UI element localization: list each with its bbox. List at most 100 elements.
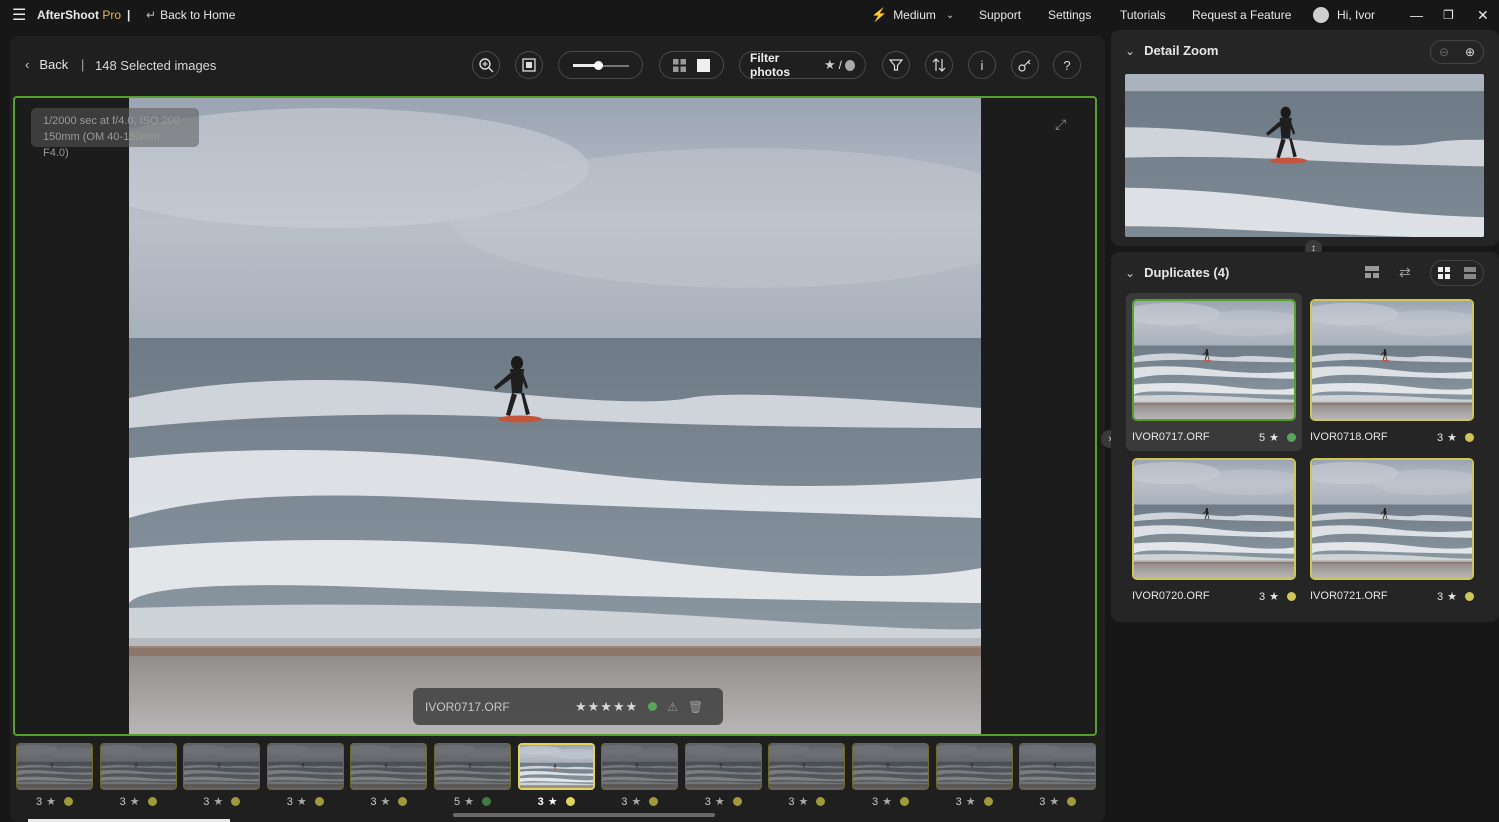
duplicates-header[interactable]: ⌄ Duplicates (4)	[1125, 265, 1229, 280]
filmstrip-rating: 3	[704, 795, 711, 808]
info-button[interactable]: i	[968, 51, 996, 79]
filmstrip-meta: 3 ★	[852, 795, 929, 808]
minimize-icon[interactable]: —	[1410, 0, 1423, 30]
filmstrip-thumbnail[interactable]	[99, 743, 177, 790]
app-logo: AfterShoot Pro	[37, 0, 121, 30]
tutorials-link[interactable]: Tutorials	[1120, 0, 1166, 30]
chevron-left-icon: ‹	[25, 57, 30, 72]
grid-view-icon[interactable]	[1438, 267, 1450, 279]
zoom-out-icon[interactable]: ⊖	[1439, 45, 1449, 59]
color-label-dot	[398, 797, 408, 806]
close-icon[interactable]: ✕	[1477, 0, 1489, 30]
filmstrip-rating: 3	[872, 795, 879, 808]
thumbnail-image	[520, 745, 595, 790]
filmstrip-thumbnail[interactable]	[266, 743, 344, 790]
trash-icon[interactable]: 🗑	[688, 700, 703, 714]
help-button[interactable]: ?	[1053, 51, 1081, 79]
zoom-in-icon[interactable]: ⊕	[1465, 45, 1475, 59]
sort-button[interactable]	[925, 51, 953, 79]
title-divider: |	[127, 8, 131, 22]
layout-icon[interactable]	[1365, 265, 1379, 284]
swap-icon[interactable]: ⇄	[1399, 264, 1411, 281]
star-icon: ★	[464, 796, 474, 808]
viewer-color-label[interactable]	[648, 702, 658, 711]
user-menu[interactable]: Hi, Ivor	[1313, 0, 1375, 30]
zoom-slider[interactable]	[558, 51, 643, 79]
back-button[interactable]: ‹ Back	[25, 57, 68, 72]
duplicate-filename: IVOR0718.ORF	[1310, 431, 1388, 443]
thumbnail-image	[853, 744, 929, 790]
duplicates-title: Duplicates (4)	[1144, 265, 1230, 280]
filmstrip-meta: 3 ★	[601, 795, 678, 808]
app-suffix: Pro	[102, 8, 122, 22]
settings-link[interactable]: Settings	[1048, 0, 1091, 30]
detail-zoom-image[interactable]	[1125, 74, 1484, 237]
filmstrip-rating: 3	[370, 795, 377, 808]
duplicate-card[interactable]: IVOR0720.ORF 3 ★	[1126, 452, 1302, 610]
mode-dropdown[interactable]: ⚡ Medium ⌄	[871, 0, 954, 30]
filter-button[interactable]	[882, 51, 910, 79]
detail-zoom-header[interactable]: ⌄ Detail Zoom	[1125, 43, 1218, 58]
viewer-star-rating[interactable]: ★★★★★	[575, 699, 638, 715]
back-to-home-link[interactable]: ↵ Back to Home	[146, 0, 235, 30]
view-mode-toggle	[659, 51, 724, 79]
fit-screen-button[interactable]	[515, 51, 543, 79]
color-label-dot	[649, 797, 659, 806]
title-bar: ☰ AfterShoot Pro | ↵ Back to Home ⚡ Medi…	[0, 0, 1499, 30]
selected-count: 148 Selected images	[95, 58, 217, 73]
grid-view-icon[interactable]	[673, 58, 687, 72]
exif-lens: 150mm (OM 40-150mm F4.0)	[43, 131, 160, 159]
zoom-in-button[interactable]	[472, 51, 500, 79]
maximize-icon[interactable]: ❐	[1443, 0, 1454, 30]
info-icon: i	[980, 57, 984, 73]
color-label-dot	[231, 797, 241, 806]
chevron-down-icon: ⌄	[1125, 265, 1136, 280]
warning-icon[interactable]: ⚠	[667, 700, 678, 714]
star-icon: ★	[965, 796, 976, 808]
expand-icon[interactable]: ⤢	[1055, 116, 1066, 133]
duplicate-rating: 3 ★	[1437, 431, 1474, 444]
filmstrip-thumbnail[interactable]	[684, 743, 762, 790]
filmstrip-thumbnail[interactable]	[350, 743, 428, 790]
color-label-dot	[900, 797, 909, 806]
zoom-in-icon	[479, 58, 494, 73]
single-view-icon[interactable]	[696, 58, 710, 72]
filmstrip-thumbnail[interactable]	[1019, 743, 1097, 790]
funnel-icon	[889, 59, 903, 71]
menu-icon[interactable]: ☰	[12, 0, 26, 30]
duplicate-card[interactable]: IVOR0721.ORF 3 ★	[1304, 452, 1480, 610]
color-label-dot	[732, 797, 742, 806]
duplicate-rating-value: 3	[1437, 431, 1444, 444]
filmstrip-rating: 3	[955, 795, 962, 808]
support-link[interactable]: Support	[979, 0, 1021, 30]
filter-separator: /	[838, 58, 843, 72]
filmstrip-thumbnail[interactable]	[183, 743, 261, 790]
duplicate-thumbnail	[1310, 458, 1474, 580]
filmstrip-thumbnail[interactable]	[517, 743, 595, 790]
filmstrip-thumbnail[interactable]	[434, 743, 511, 790]
filmstrip-thumbnail[interactable]	[852, 743, 929, 790]
return-icon: ↵	[146, 8, 157, 22]
filter-photos-button[interactable]: Filter photos ★ /	[739, 51, 866, 79]
filmstrip-thumbnail[interactable]	[601, 743, 679, 790]
filmstrip-thumbnail[interactable]	[16, 743, 93, 790]
lightning-icon: ⚡	[871, 7, 888, 22]
filmstrip-thumbnail[interactable]	[768, 743, 846, 790]
duplicate-card[interactable]: IVOR0718.ORF 3 ★	[1304, 293, 1480, 451]
filmstrip-rating: 3	[119, 795, 126, 808]
zoom-slider-knob[interactable]	[594, 61, 604, 70]
thumbnail-image	[184, 744, 260, 790]
filmstrip-thumbnail[interactable]	[935, 743, 1013, 790]
list-view-icon[interactable]	[1464, 267, 1476, 279]
photo-viewer[interactable]: 1/2000 sec at f/4.0, ISO 200 150mm (OM 4…	[13, 96, 1097, 736]
thumbnail-image	[686, 744, 762, 790]
request-feature-link[interactable]: Request a Feature	[1192, 0, 1291, 30]
key-button[interactable]	[1011, 51, 1039, 79]
color-label-dot	[147, 797, 157, 806]
duplicate-rating: 5 ★	[1259, 431, 1296, 444]
filmstrip-meta: 5 ★	[434, 795, 511, 808]
filmstrip-scrollbar[interactable]	[453, 813, 715, 817]
filmstrip-meta: 3 ★	[768, 795, 845, 808]
duplicate-card[interactable]: IVOR0717.ORF 5 ★	[1126, 293, 1302, 451]
rating-bar: IVOR0717.ORF ★★★★★ ⚠ 🗑	[413, 688, 723, 725]
